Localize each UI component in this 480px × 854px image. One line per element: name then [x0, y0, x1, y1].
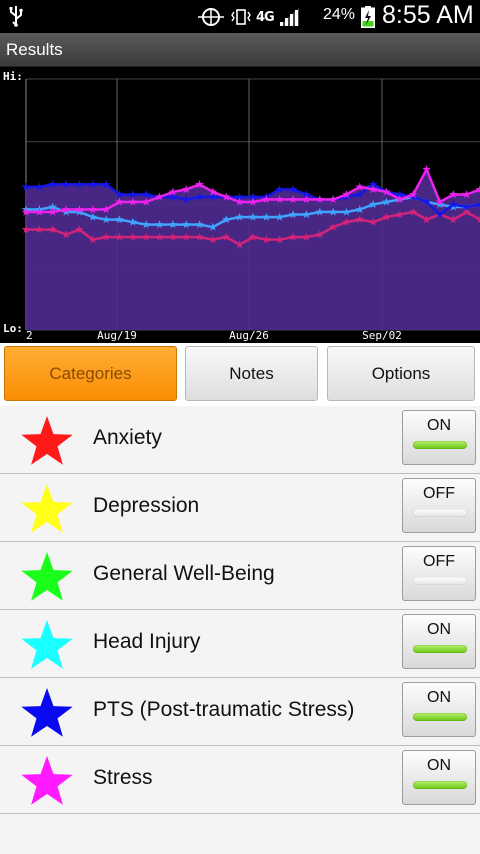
category-list: Anxiety ON Depression OFF General Well-B…	[0, 406, 480, 854]
toggle-text: ON	[427, 689, 451, 706]
toggle-pts[interactable]: ON	[402, 682, 476, 737]
star-icon	[21, 756, 73, 805]
status-bar: 4G 24% 8:55 AM	[0, 0, 480, 33]
x-tick-label: 2	[26, 329, 33, 342]
page-title: Results	[6, 40, 63, 59]
tab-notes[interactable]: Notes	[185, 346, 318, 401]
toggle-stress[interactable]: ON	[402, 750, 476, 805]
x-tick-label: Sep/02	[362, 329, 402, 342]
category-row-stress: Stress ON	[0, 746, 480, 814]
toggle-depression[interactable]: OFF	[402, 478, 476, 533]
toggle-indicator	[413, 577, 467, 585]
battery-charging-icon	[361, 6, 375, 28]
x-tick-label: Aug/26	[229, 329, 269, 342]
category-label: Stress	[93, 766, 153, 789]
toggle-indicator	[413, 441, 467, 449]
y-axis-hi-label: Hi:	[3, 70, 23, 83]
star-icon	[21, 620, 73, 669]
title-bar: Results	[0, 33, 480, 67]
toggle-text: ON	[427, 417, 451, 434]
toggle-indicator	[413, 781, 467, 789]
toggle-text: OFF	[423, 485, 455, 502]
toggle-general-well-being[interactable]: OFF	[402, 546, 476, 601]
vibrate-icon	[231, 9, 251, 25]
star-icon	[21, 688, 73, 737]
category-row-pts: PTS (Post-traumatic Stress) ON	[0, 678, 480, 746]
category-label: PTS (Post-traumatic Stress)	[93, 698, 355, 721]
star-icon	[21, 416, 73, 465]
results-chart[interactable]: Hi: Lo: 2 Aug/19 Aug/26 Sep/02	[0, 67, 480, 343]
tab-bar: Categories Notes Options	[0, 343, 480, 406]
category-label: Anxiety	[93, 426, 162, 449]
signal-icon	[278, 8, 299, 26]
toggle-text: OFF	[423, 553, 455, 570]
results-chart-svg: Hi: Lo: 2 Aug/19 Aug/26 Sep/02	[3, 70, 480, 342]
category-row-general-well-being: General Well-Being OFF	[0, 542, 480, 610]
tab-categories[interactable]: Categories	[4, 346, 177, 401]
toggle-indicator	[413, 509, 467, 517]
category-label: General Well-Being	[93, 562, 275, 585]
toggle-indicator	[413, 713, 467, 721]
sync-icon	[198, 8, 224, 26]
x-axis-ticks: 2 Aug/19 Aug/26 Sep/02	[26, 329, 402, 342]
system-icons: 4G	[196, 6, 300, 28]
toggle-anxiety[interactable]: ON	[402, 410, 476, 465]
toggle-indicator	[413, 645, 467, 653]
star-icon	[21, 484, 73, 533]
star-icon	[21, 552, 73, 601]
category-row-head-injury: Head Injury ON	[0, 610, 480, 678]
category-label: Depression	[93, 494, 200, 517]
clock: 8:55 AM	[382, 1, 474, 29]
4g-icon: 4G	[256, 9, 275, 25]
toggle-text: ON	[427, 757, 451, 774]
category-row-depression: Depression OFF	[0, 474, 480, 542]
battery-percent: 24%	[323, 6, 356, 23]
usb-icon	[9, 6, 23, 27]
toggle-head-injury[interactable]: ON	[402, 614, 476, 669]
tab-options[interactable]: Options	[327, 346, 475, 401]
toggle-text: ON	[427, 621, 451, 638]
x-tick-label: Aug/19	[97, 329, 137, 342]
y-axis-lo-label: Lo:	[3, 322, 23, 335]
category-label: Head Injury	[93, 630, 201, 653]
category-row-anxiety: Anxiety ON	[0, 406, 480, 474]
